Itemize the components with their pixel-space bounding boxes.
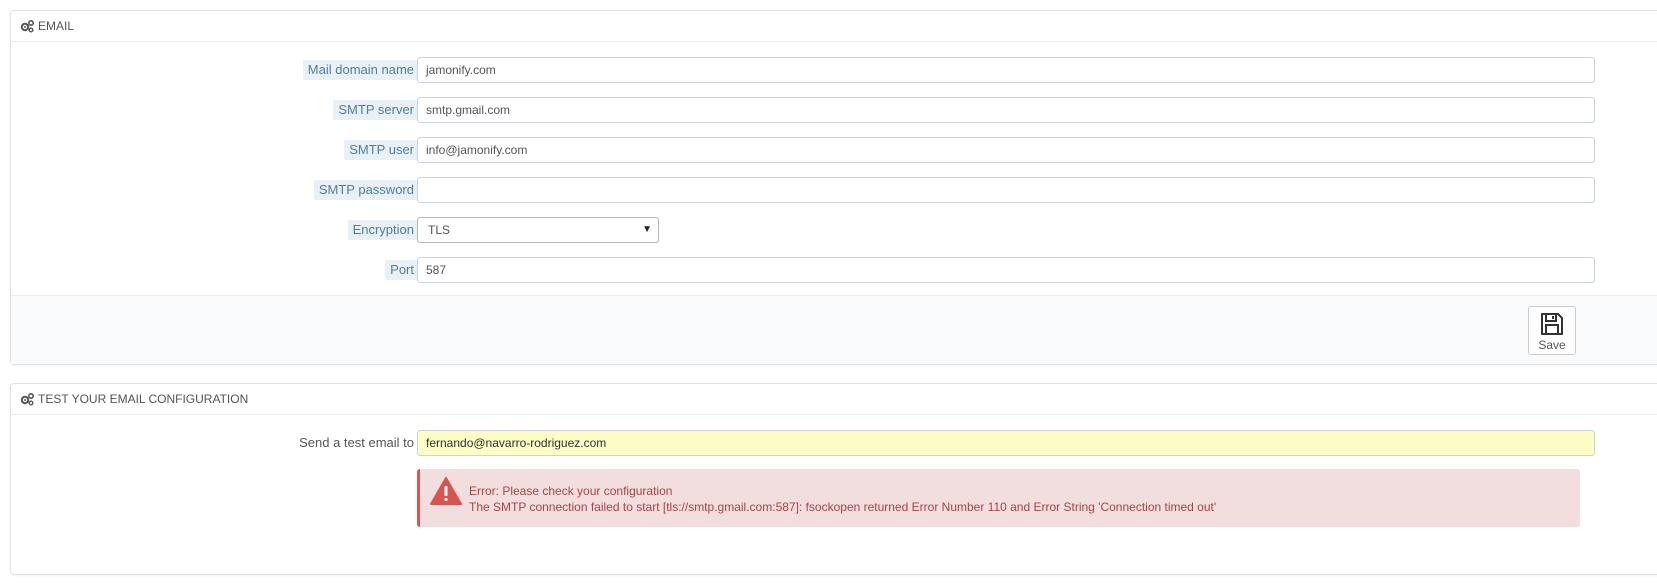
floppy-disk-icon: [1539, 311, 1565, 337]
mail-domain-input[interactable]: jamonify.com: [417, 57, 1595, 83]
encryption-label: Encryption: [347, 220, 419, 240]
mail-domain-label: Mail domain name: [302, 60, 419, 80]
send-test-label: Send a test email to: [299, 435, 414, 450]
form-row-smtp-server: SMTP server smtp.gmail.com: [11, 97, 1657, 123]
test-email-panel: TEST YOUR EMAIL CONFIGURATION Send a tes…: [10, 383, 1657, 575]
email-panel-heading: EMAIL: [11, 11, 1657, 42]
test-panel-title: TEST YOUR EMAIL CONFIGURATION: [38, 392, 249, 406]
error-alert: Error: Please check your configuration T…: [417, 469, 1580, 527]
port-label: Port: [385, 260, 419, 280]
form-row-port: Port 587: [11, 257, 1657, 283]
encryption-selected-value: TLS: [428, 223, 451, 237]
email-panel-title: EMAIL: [38, 19, 75, 33]
form-row-smtp-password: SMTP password: [11, 177, 1657, 203]
smtp-server-label: SMTP server: [333, 100, 419, 120]
test-panel-heading: TEST YOUR EMAIL CONFIGURATION: [11, 384, 1657, 415]
email-panel-footer: Save: [11, 295, 1657, 364]
port-input[interactable]: 587: [417, 257, 1595, 283]
error-message: The SMTP connection failed to start [tls…: [469, 500, 1217, 514]
chevron-down-icon: ▼: [642, 224, 652, 235]
email-panel: EMAIL Mail domain name jamonify.com SMTP…: [10, 10, 1657, 365]
form-row-encryption: Encryption TLS ▼: [11, 217, 1657, 243]
save-button-label: Save: [1538, 338, 1566, 352]
smtp-user-label: SMTP user: [344, 140, 419, 160]
cogs-icon: [20, 392, 35, 406]
cogs-icon: [20, 19, 35, 33]
encryption-select[interactable]: TLS ▼: [417, 217, 659, 243]
error-title: Error: Please check your configuration: [469, 484, 673, 498]
smtp-password-input[interactable]: [417, 177, 1595, 203]
save-button[interactable]: Save: [1528, 306, 1576, 355]
smtp-user-input[interactable]: info@jamonify.com: [417, 137, 1595, 163]
form-row-send-test: Send a test email to fernando@navarro-ro…: [11, 430, 1657, 456]
smtp-server-input[interactable]: smtp.gmail.com: [417, 97, 1595, 123]
form-row-mail-domain: Mail domain name jamonify.com: [11, 57, 1657, 83]
form-row-smtp-user: SMTP user info@jamonify.com: [11, 137, 1657, 163]
smtp-password-label: SMTP password: [313, 180, 419, 200]
warning-triangle-icon: [430, 477, 462, 505]
test-email-input[interactable]: fernando@navarro-rodriguez.com: [417, 430, 1595, 456]
